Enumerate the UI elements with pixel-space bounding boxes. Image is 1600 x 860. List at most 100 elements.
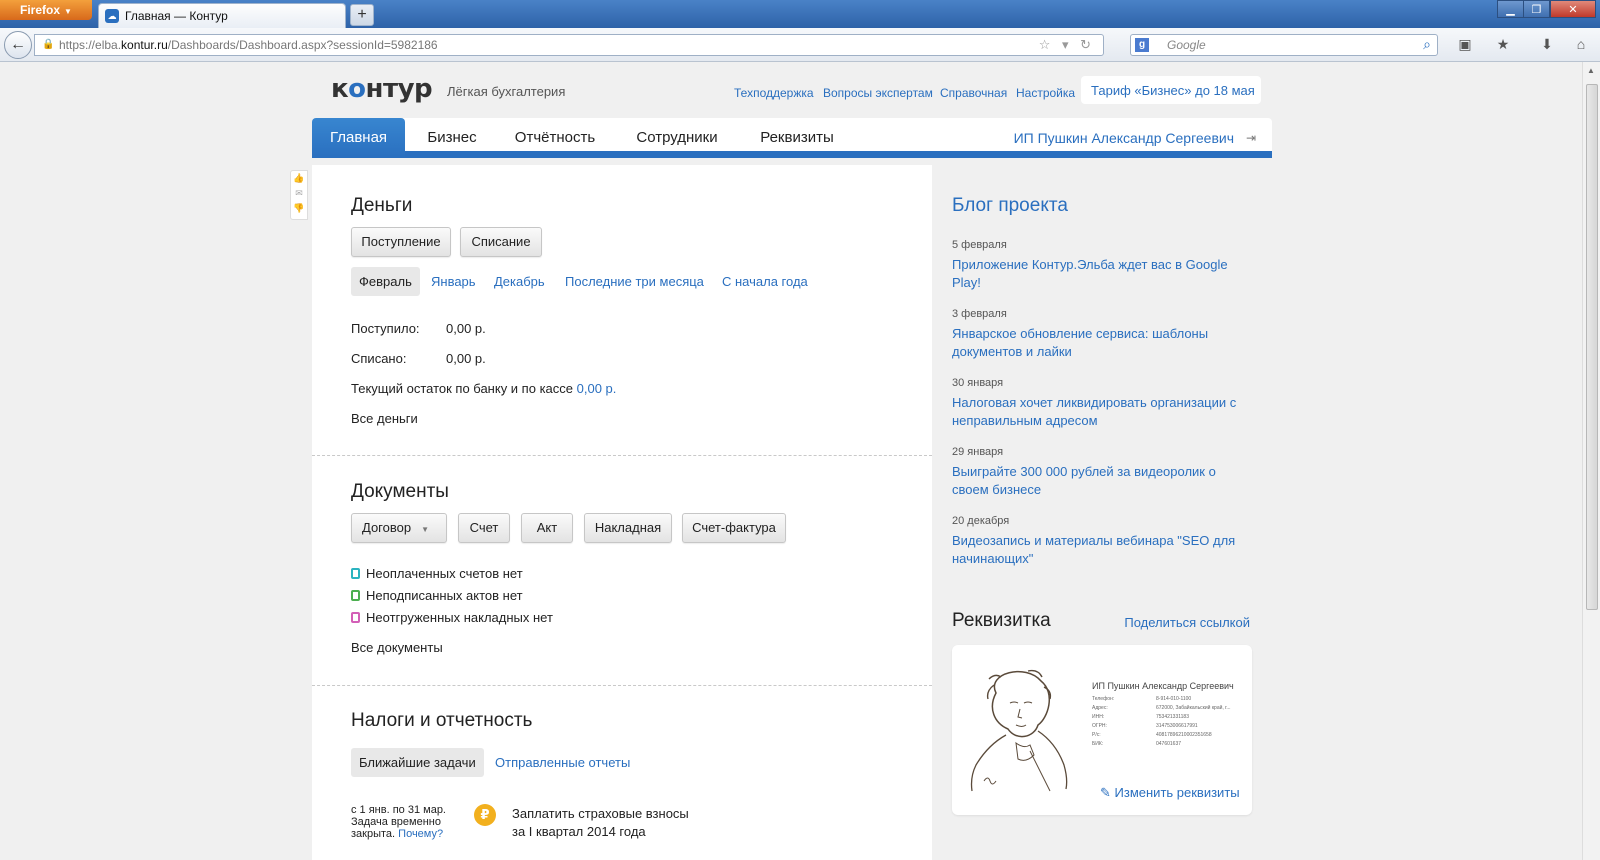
- balance-row: Текущий остаток по банку и по кассе 0,00…: [351, 381, 616, 396]
- feedback-widget[interactable]: 👍 ✉ 👎: [290, 170, 308, 220]
- nav-requisites[interactable]: Реквизиты: [750, 118, 844, 158]
- thumbs-down-icon[interactable]: 👎: [291, 201, 307, 216]
- contract-dropdown[interactable]: Договор ▼: [351, 513, 447, 543]
- bookmarks-icon[interactable]: ★: [1494, 36, 1512, 54]
- kontur-favicon-icon: ☁: [105, 9, 119, 23]
- tax-invoice-button[interactable]: Счет-фактура: [682, 513, 786, 543]
- new-tab-button[interactable]: +: [350, 4, 374, 26]
- tariff-link[interactable]: Тариф «Бизнес» до 18 мая: [1081, 76, 1261, 104]
- scrollbar-thumb[interactable]: [1586, 84, 1598, 610]
- blog-title[interactable]: Блог проекта: [952, 195, 1068, 217]
- act-button[interactable]: Акт: [521, 513, 573, 543]
- card-row-value: 8-914-010-1100: [1156, 696, 1192, 702]
- url-prefix: https://elba.: [59, 38, 122, 52]
- blog-date: 3 февраля: [952, 308, 1007, 320]
- edit-requisites-link[interactable]: ✎ Изменить реквизиты: [1100, 785, 1240, 801]
- income-button[interactable]: Поступление: [351, 227, 451, 257]
- period-february[interactable]: Февраль: [351, 267, 420, 296]
- page-scrollbar[interactable]: ▲: [1582, 62, 1600, 860]
- task-status-2: закрыта.: [351, 828, 396, 840]
- browser-tab[interactable]: ☁ Главная — Контур: [98, 3, 346, 28]
- logout-icon[interactable]: ⇥: [1246, 131, 1260, 145]
- browser-titlebar: Firefox ▼ ☁ Главная — Контур + ▁ ❐ ✕: [0, 0, 1600, 28]
- all-money-link[interactable]: Все деньги: [351, 411, 418, 426]
- tab-title: Главная — Контур: [125, 9, 228, 23]
- settings-link[interactable]: Настройка: [1016, 86, 1075, 100]
- experts-link[interactable]: Вопросы экспертам: [823, 86, 933, 100]
- waybill-button[interactable]: Накладная: [584, 513, 672, 543]
- status-unpaid: Неоплаченных счетов нет: [351, 566, 523, 581]
- task-status: Задача временно: [351, 816, 441, 828]
- period-year-to-date[interactable]: С начала года: [722, 267, 808, 296]
- invoice-button[interactable]: Счет: [458, 513, 510, 543]
- nav-home[interactable]: Главная: [312, 118, 405, 158]
- user-link[interactable]: ИП Пушкин Александр Сергеевич: [1014, 118, 1234, 158]
- card-row-value: 753421331183: [1156, 714, 1189, 720]
- period-tabs: Февраль Январь Декабрь Последние три мес…: [351, 267, 911, 296]
- spent-value: 0,00 р.: [446, 351, 486, 366]
- why-link[interactable]: Почему?: [398, 828, 443, 840]
- bookmark-star-icon[interactable]: ☆ ▾ ↻: [1039, 37, 1095, 53]
- mail-icon[interactable]: ✉: [291, 186, 307, 201]
- document-icon: [351, 590, 360, 601]
- card-row-label: Адрес:: [1092, 705, 1108, 711]
- expense-button[interactable]: Списание: [460, 227, 542, 257]
- card-row-label: Телефон:: [1092, 696, 1115, 702]
- tab-sent-reports[interactable]: Отправленные отчеты: [495, 748, 630, 777]
- card-row-value: 40817896210002351658: [1156, 732, 1212, 738]
- help-link[interactable]: Справочная: [940, 86, 1007, 100]
- browser-navbar: ← 🔒 https://elba.kontur.ru/Dashboards/Da…: [0, 28, 1600, 62]
- blog-post-link[interactable]: Налоговая хочет ликвидировать организаци…: [952, 394, 1252, 430]
- firefox-menu-button[interactable]: Firefox ▼: [0, 0, 92, 20]
- url-host: kontur.ru: [121, 38, 168, 52]
- section-divider: [312, 685, 932, 686]
- back-button[interactable]: ←: [4, 31, 32, 59]
- blog-post-link[interactable]: Видеозапись и материалы вебинара "SEO дл…: [952, 532, 1252, 568]
- card-row-label: Р/с:: [1092, 732, 1101, 738]
- close-window-button[interactable]: ✕: [1550, 0, 1596, 18]
- requisites-card[interactable]: ИП Пушкин Александр Сергеевич Телефон: 8…: [952, 645, 1252, 815]
- task-description[interactable]: Заплатить страховые взносы за I квартал …: [512, 805, 689, 841]
- addon-icon[interactable]: ▣: [1456, 36, 1474, 54]
- blog-post-link[interactable]: Выиграйте 300 000 рублей за видеоролик о…: [952, 463, 1252, 499]
- task-dates: с 1 янв. по 31 мар.: [351, 804, 446, 816]
- requisites-title: Реквизитка: [952, 610, 1051, 631]
- search-placeholder: Google: [1167, 38, 1206, 52]
- blog-post-link[interactable]: Январское обновление сервиса: шаблоны до…: [952, 325, 1252, 361]
- taxes-title: Налоги и отчетность: [351, 710, 533, 731]
- maximize-button[interactable]: ❐: [1523, 0, 1550, 18]
- thumbs-up-icon[interactable]: 👍: [291, 171, 307, 186]
- url-path: /Dashboards/Dashboard.aspx?sessionId=598…: [167, 38, 438, 52]
- chevron-down-icon: ▼: [421, 525, 430, 534]
- scroll-up-icon[interactable]: ▲: [1587, 66, 1595, 75]
- search-icon[interactable]: ⌕: [1423, 36, 1431, 53]
- sidebar: Блог проекта 5 февраля Приложение Контур…: [932, 165, 1272, 860]
- nav-reports[interactable]: Отчётность: [510, 118, 600, 158]
- period-december[interactable]: Декабрь: [494, 267, 545, 296]
- nav-employees[interactable]: Сотрудники: [627, 118, 727, 158]
- search-input[interactable]: g Google ⌕: [1130, 34, 1438, 56]
- all-documents-link[interactable]: Все документы: [351, 640, 443, 655]
- kontur-logo[interactable]: контур: [331, 74, 433, 104]
- period-january[interactable]: Январь: [431, 267, 476, 296]
- balance-value-link[interactable]: 0,00 р.: [577, 381, 617, 396]
- url-bar[interactable]: 🔒 https://elba.kontur.ru/Dashboards/Dash…: [34, 34, 1104, 56]
- document-icon: [351, 568, 360, 579]
- tab-upcoming-tasks[interactable]: Ближайшие задачи: [351, 748, 484, 777]
- card-row-value: 047601637: [1156, 741, 1182, 747]
- home-icon[interactable]: ⌂: [1572, 36, 1590, 54]
- pencil-icon: ✎: [1100, 785, 1111, 800]
- blog-post-link[interactable]: Приложение Контур.Эльба ждет вас в Googl…: [952, 256, 1252, 292]
- minimize-button[interactable]: ▁: [1497, 0, 1524, 18]
- income-value: 0,00 р.: [446, 321, 486, 336]
- period-last-three-months[interactable]: Последние три месяца: [565, 267, 704, 296]
- nav-business[interactable]: Бизнес: [422, 118, 482, 158]
- blog-date: 5 февраля: [952, 239, 1007, 251]
- downloads-icon[interactable]: ⬇: [1538, 36, 1556, 54]
- support-link[interactable]: Техподдержка: [734, 86, 814, 100]
- documents-title: Документы: [351, 481, 449, 502]
- card-row-value: 314753006617991: [1156, 723, 1198, 729]
- google-icon: g: [1135, 38, 1149, 52]
- share-link[interactable]: Поделиться ссылкой: [1124, 615, 1250, 630]
- card-row-label: ИНН:: [1092, 714, 1105, 720]
